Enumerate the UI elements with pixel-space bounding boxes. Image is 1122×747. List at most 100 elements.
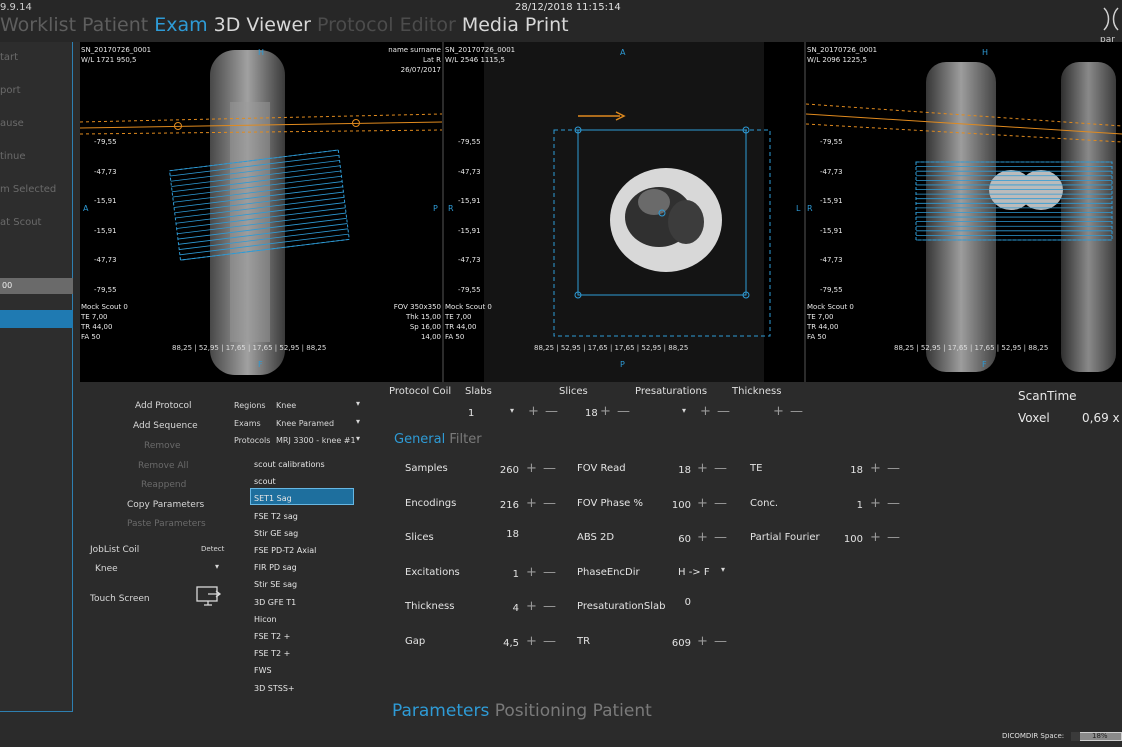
remove-all-button[interactable]: Remove All	[138, 461, 189, 471]
exams-label: Exams	[234, 419, 261, 428]
thickness-value[interactable]: 4	[486, 603, 519, 614]
tr-stepper[interactable]: + —	[697, 634, 728, 649]
sidebar-item-continue[interactable]: tinue	[0, 151, 26, 162]
thickness-stepper[interactable]: + —	[773, 404, 804, 419]
add-sequence-button[interactable]: Add Sequence	[133, 421, 198, 431]
slices-value[interactable]: 18	[585, 408, 598, 419]
tab-exam[interactable]: Exam	[154, 14, 207, 36]
abs-2d-value[interactable]: 60	[658, 534, 691, 545]
tab-patient-bottom[interactable]: Patient	[593, 701, 652, 721]
chevron-down-icon[interactable]: ▾	[356, 417, 360, 426]
protocol-item[interactable]: Stir SE sag	[254, 576, 325, 593]
sidebar-item-item-selected[interactable]: m Selected	[0, 184, 56, 195]
protocols-select[interactable]: MRJ 3300 - knee #1	[276, 436, 356, 445]
tab-parameters[interactable]: Parameters	[392, 701, 489, 721]
thickness-stepper[interactable]: + —	[526, 599, 557, 614]
protocol-item[interactable]: FSE PD-T2 Axial	[254, 542, 325, 559]
tr-value[interactable]: 609	[658, 638, 691, 649]
param-tabs: General Filter	[394, 432, 482, 447]
samples-stepper[interactable]: + —	[526, 461, 557, 476]
sidebar-selected-row[interactable]	[0, 310, 73, 328]
protocol-item[interactable]: FSE T2 +	[254, 645, 325, 662]
protocol-item[interactable]: Stir GE sag	[254, 525, 325, 542]
add-protocol-button[interactable]: Add Protocol	[135, 401, 192, 411]
tab-patient[interactable]: Patient	[82, 14, 148, 36]
phase-enc-dir-select[interactable]: H -> F	[678, 567, 710, 578]
protocol-item[interactable]: FWS	[254, 662, 325, 679]
reappend-button[interactable]: Reappend	[141, 480, 186, 490]
regions-select[interactable]: Knee	[276, 401, 296, 410]
fov-read-value[interactable]: 18	[658, 465, 691, 476]
remove-button[interactable]: Remove	[144, 441, 181, 451]
encodings-stepper[interactable]: + —	[526, 496, 557, 511]
thickness-header: Thickness	[732, 386, 782, 397]
slabs-value[interactable]: 1	[468, 408, 474, 419]
protocol-item[interactable]: 3D GFE T1	[254, 594, 325, 611]
overlay-bottom-left: Mock Scout 0 TE 7,00 TR 44,00 FA 50	[445, 302, 492, 342]
tab-3d-viewer[interactable]: 3D Viewer	[214, 14, 311, 36]
gap-value[interactable]: 4,5	[486, 638, 519, 649]
viewer-coronal-right[interactable]: H F R SN_20170726_0001 W/L 2096 1225,5 -…	[806, 42, 1122, 382]
tab-worklist[interactable]: Worklist	[0, 14, 76, 36]
te-value[interactable]: 18	[830, 465, 863, 476]
coil-select[interactable]: Knee	[95, 564, 118, 574]
samples-value[interactable]: 260	[486, 465, 519, 476]
excitations-value[interactable]: 1	[486, 569, 519, 580]
chevron-down-icon[interactable]: ▾	[215, 562, 219, 571]
sidebar-item-start[interactable]: tart	[0, 52, 18, 63]
te-stepper[interactable]: + —	[870, 461, 901, 476]
fov-read-stepper[interactable]: + —	[697, 461, 728, 476]
fov-phase-stepper[interactable]: + —	[697, 496, 728, 511]
partial-fourier-value[interactable]: 100	[830, 534, 863, 545]
chevron-down-icon[interactable]: ▾	[721, 565, 725, 574]
tab-print[interactable]: Print	[525, 14, 569, 36]
protocol-item[interactable]: scout	[254, 473, 325, 490]
copy-parameters-button[interactable]: Copy Parameters	[127, 500, 204, 510]
fov-read-label: FOV Read	[577, 463, 626, 474]
conc-stepper[interactable]: + —	[870, 496, 901, 511]
overlay-tr: TR 44,00	[81, 323, 113, 331]
excitations-stepper[interactable]: + —	[526, 565, 557, 580]
tab-filter[interactable]: Filter	[449, 432, 481, 447]
protocol-item[interactable]: Hicon	[254, 611, 325, 628]
encodings-value[interactable]: 216	[486, 500, 519, 511]
tab-positioning[interactable]: Positioning	[495, 701, 587, 721]
overlay-wl: W/L 1721 950,5	[81, 56, 137, 64]
sidebar-input[interactable]: 00	[0, 278, 73, 294]
monitor-icon[interactable]	[196, 586, 222, 612]
overlay-top-right: name surname Lat R 26/07/2017	[388, 45, 441, 75]
overlay-series-desc: Mock Scout 0	[81, 303, 128, 311]
protocol-item[interactable]: scout calibrations	[254, 456, 325, 473]
conc-value[interactable]: 1	[830, 500, 863, 511]
slabs-stepper[interactable]: + —	[528, 404, 559, 419]
overlay-wl: W/L 2546 1115,5	[445, 56, 505, 64]
exams-select[interactable]: Knee Paramed	[276, 419, 334, 428]
paste-parameters-button[interactable]: Paste Parameters	[127, 519, 206, 529]
protocol-item[interactable]: FSE T2 +	[254, 628, 325, 645]
overlay-fa: FA 50	[81, 333, 101, 341]
protocol-item[interactable]: FIR PD sag	[254, 559, 325, 576]
tab-media[interactable]: Media	[462, 14, 519, 36]
protocol-item[interactable]: FSE T2 sag	[254, 508, 325, 525]
chevron-down-icon[interactable]: ▾	[356, 399, 360, 408]
gap-stepper[interactable]: + —	[526, 634, 557, 649]
viewer-sagittal-left[interactable]: H F A P SN_20170726_0001 W/L 1721 950,5 …	[80, 42, 442, 382]
abs-2d-stepper[interactable]: + —	[697, 530, 728, 545]
fov-phase-value[interactable]: 100	[658, 500, 691, 511]
protocol-item[interactable]: SET1 Sag	[254, 490, 325, 507]
sidebar-item-pause[interactable]: ause	[0, 118, 24, 129]
sidebar-item-import[interactable]: port	[0, 85, 21, 96]
partial-fourier-stepper[interactable]: + —	[870, 530, 901, 545]
tab-protocol-editor[interactable]: Protocol Editor	[317, 14, 456, 36]
protocol-item[interactable]: 3D STSS+	[254, 680, 325, 697]
slices-stepper[interactable]: + —	[600, 404, 631, 419]
presaturations-stepper[interactable]: + —	[700, 404, 731, 419]
sidebar-item-repeat-scout[interactable]: at Scout	[0, 217, 41, 228]
chevron-down-icon[interactable]: ▾	[682, 406, 686, 415]
viewer-axial-center[interactable]: A P R L SN_20170726_0001 W/L 2546 1115,5…	[444, 42, 804, 382]
chevron-down-icon[interactable]: ▾	[510, 406, 514, 415]
chevron-down-icon[interactable]: ▾	[356, 434, 360, 443]
tab-general[interactable]: General	[394, 432, 445, 447]
detect-button[interactable]: Detect	[201, 545, 224, 553]
voxel-value: 0,69 x 0	[1082, 411, 1122, 425]
